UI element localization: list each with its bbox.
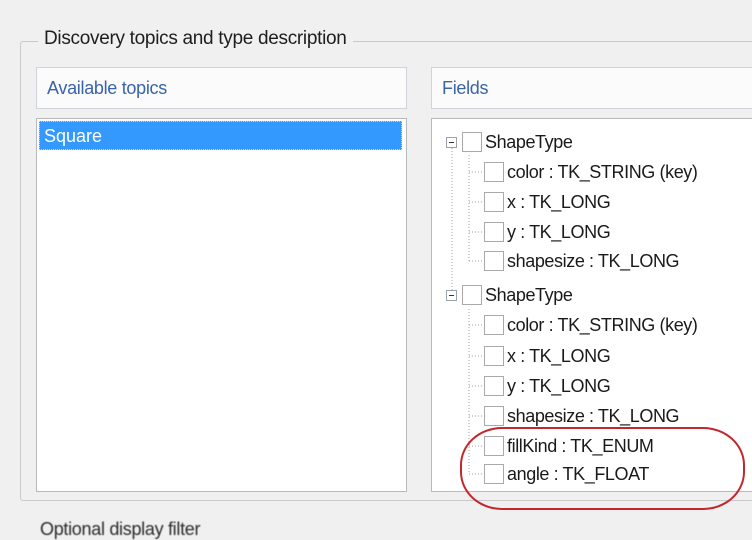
tree-node-shapesize-1[interactable]: shapesize : TK_LONG <box>484 246 680 276</box>
node-label: y : TK_LONG <box>507 375 611 396</box>
tree-node-y-2[interactable]: y : TK_LONG <box>484 371 611 401</box>
tree-node-y-1[interactable]: y : TK_LONG <box>484 217 611 247</box>
checkbox[interactable] <box>462 132 482 152</box>
collapse-icon[interactable] <box>446 289 457 301</box>
tree-node-shapetype-1[interactable]: ShapeType <box>446 127 573 157</box>
fields-header: Fields <box>431 67 752 109</box>
checkbox[interactable] <box>484 251 504 271</box>
tree-node-shapetype-2[interactable]: ShapeType <box>446 280 573 310</box>
available-topics-list[interactable]: Square <box>36 118 407 492</box>
node-label: x : TK_LONG <box>507 191 611 212</box>
node-label: y : TK_LONG <box>507 221 611 242</box>
tree-node-x-2[interactable]: x : TK_LONG <box>484 341 611 371</box>
node-label: color : TK_STRING (key) <box>507 314 698 335</box>
tree-node-color-1[interactable]: color : TK_STRING (key) <box>484 157 698 187</box>
tree-node-color-2[interactable]: color : TK_STRING (key) <box>484 310 698 340</box>
tree-node-x-1[interactable]: x : TK_LONG <box>484 187 611 217</box>
checkbox[interactable] <box>462 285 482 305</box>
node-label: ShapeType <box>485 131 573 152</box>
available-topics-header: Available topics <box>36 67 407 109</box>
checkbox[interactable] <box>484 376 504 396</box>
checkbox[interactable] <box>484 222 504 242</box>
optional-display-filter-label: Optional display filter <box>40 519 201 539</box>
checkbox[interactable] <box>484 406 504 426</box>
node-label: shapesize : TK_LONG <box>507 250 680 271</box>
topic-item-square[interactable]: Square <box>39 121 402 150</box>
checkbox[interactable] <box>484 346 504 366</box>
checkbox[interactable] <box>484 162 504 182</box>
node-label: ShapeType <box>485 284 573 305</box>
node-label: x : TK_LONG <box>507 345 611 366</box>
collapse-icon[interactable] <box>446 136 457 148</box>
checkbox[interactable] <box>484 192 504 212</box>
highlight-annotation-oval <box>460 427 745 510</box>
node-label: shapesize : TK_LONG <box>507 405 680 426</box>
group-title: Discovery topics and type description <box>38 28 353 50</box>
checkbox[interactable] <box>484 315 504 335</box>
node-label: color : TK_STRING (key) <box>507 161 698 182</box>
